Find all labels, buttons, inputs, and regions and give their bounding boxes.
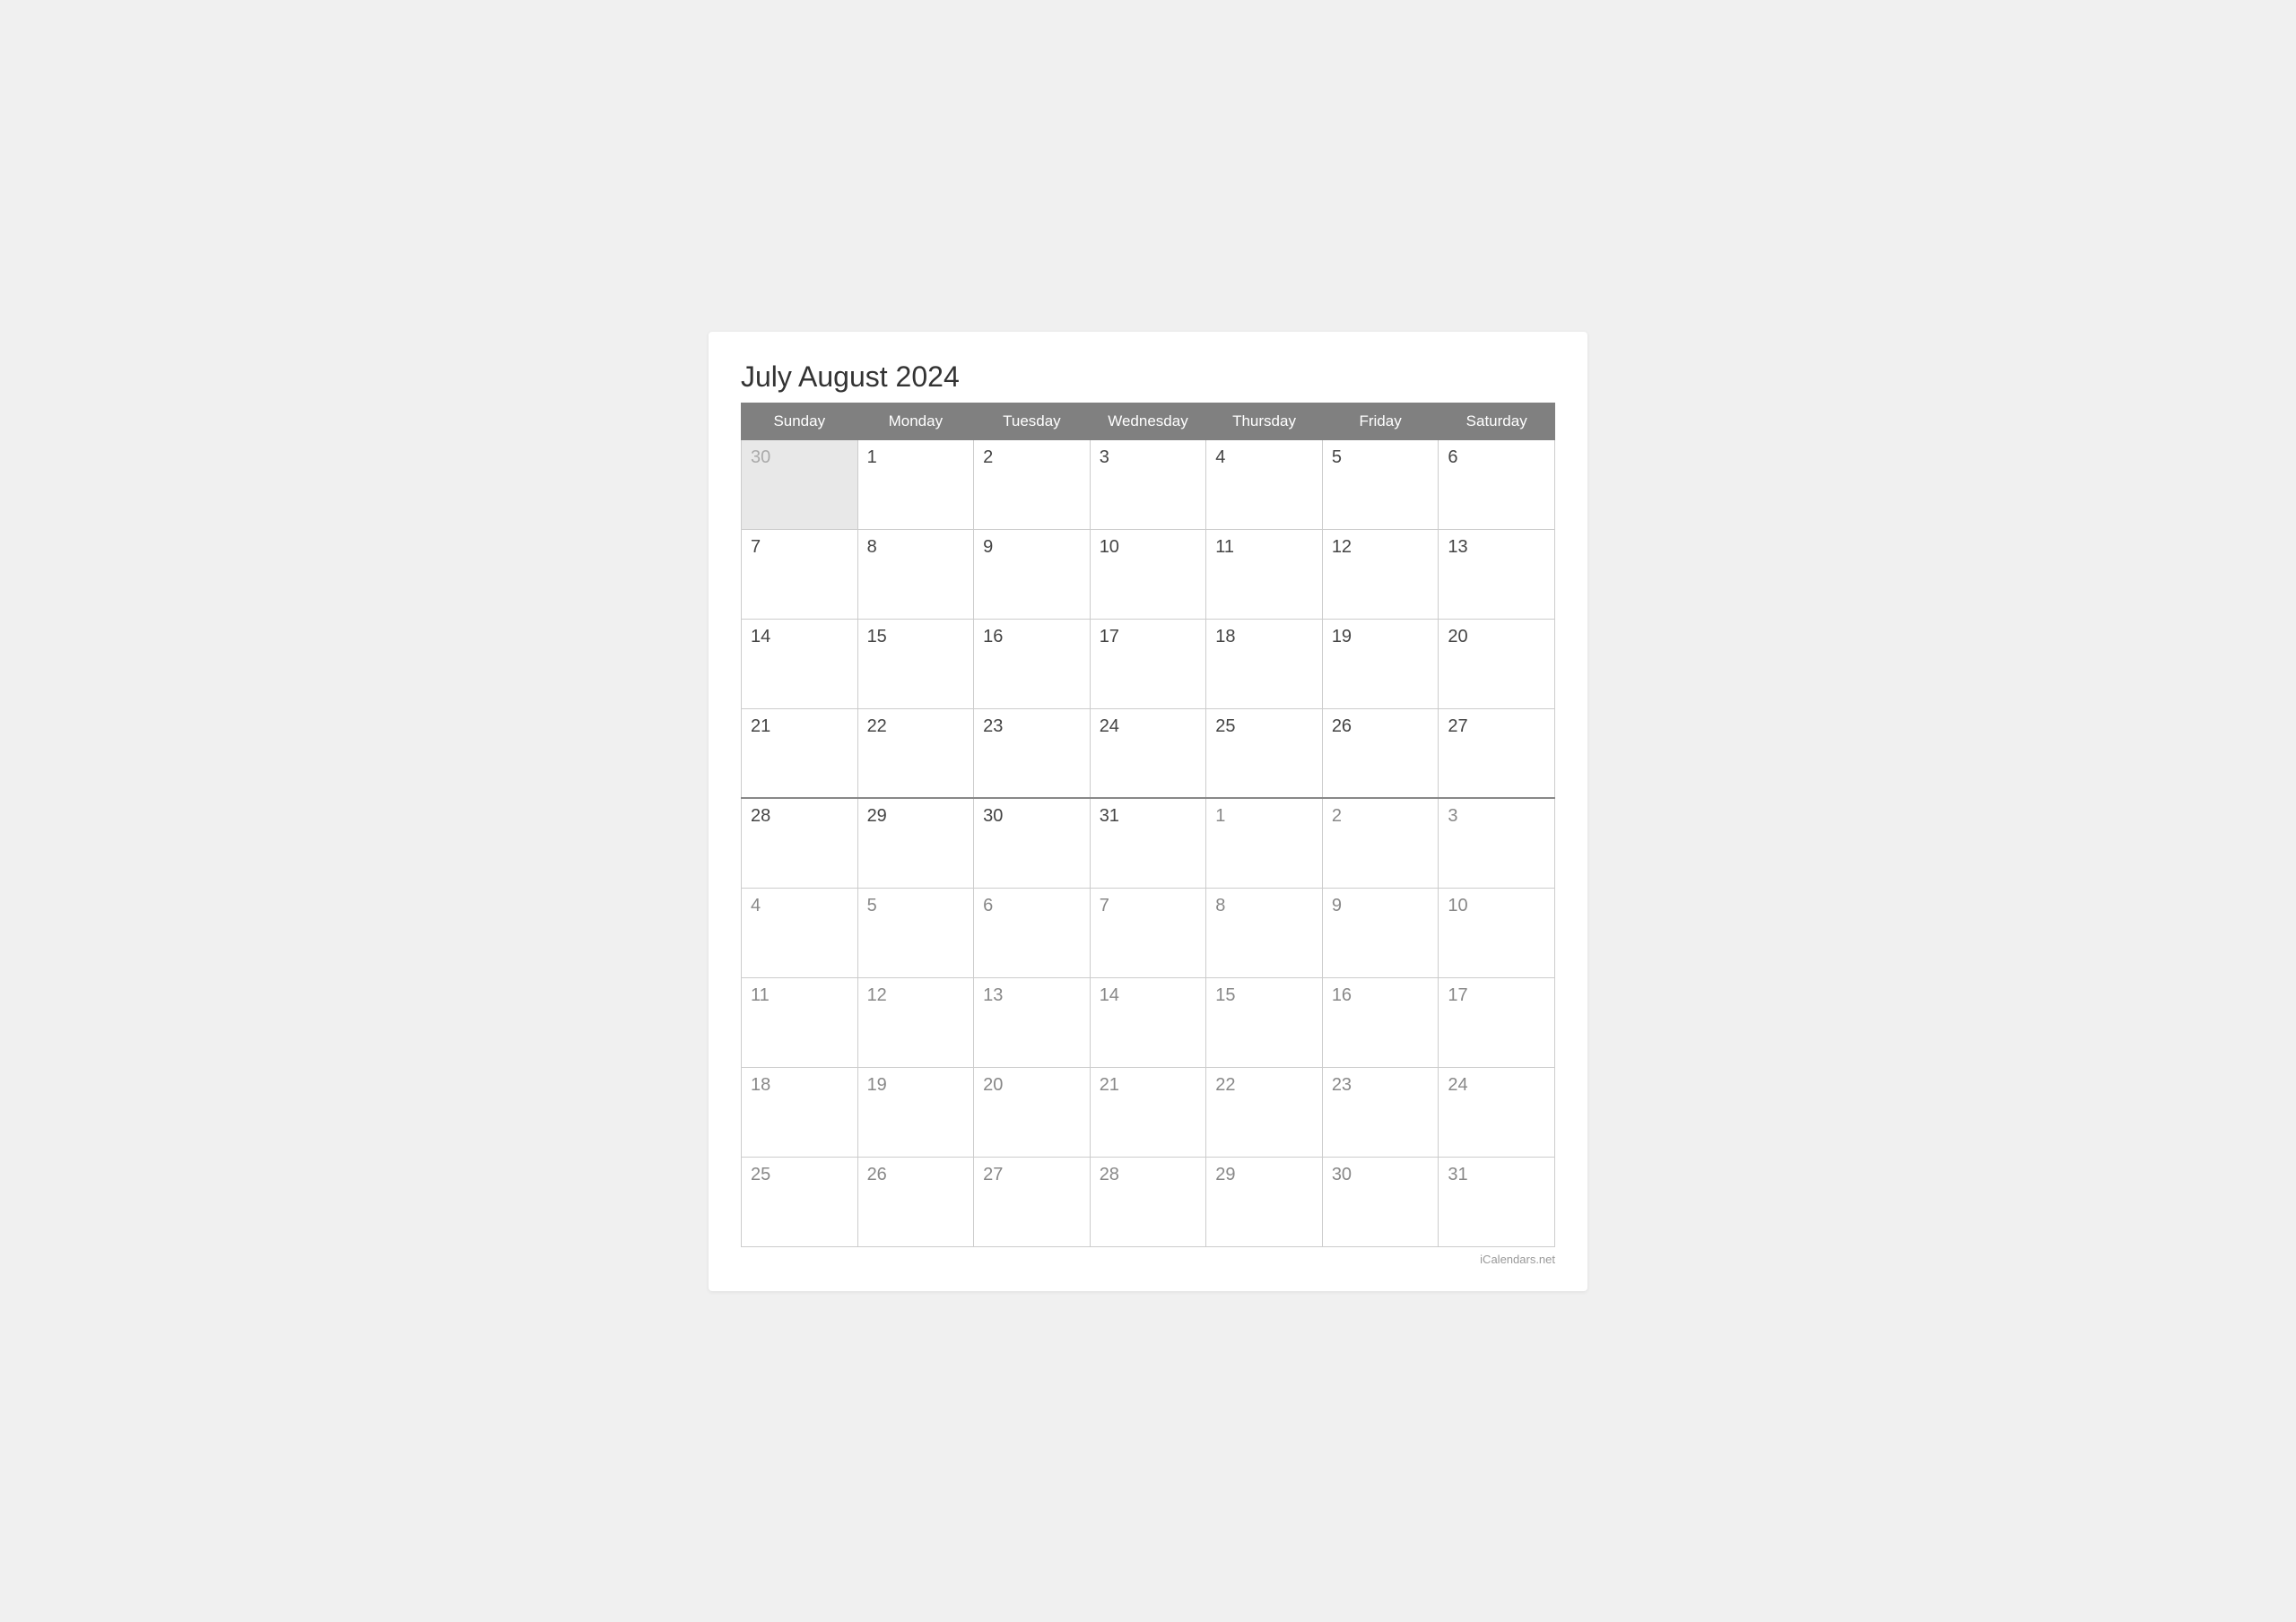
- day-header-sunday: Sunday: [742, 403, 858, 439]
- calendar-body: 3012345678910111213141516171819202122232…: [742, 439, 1555, 1246]
- calendar-day-cell[interactable]: 18: [742, 1067, 858, 1157]
- calendar-day-cell[interactable]: 31: [1090, 798, 1206, 888]
- calendar-week-row: 11121314151617: [742, 977, 1555, 1067]
- day-header-wednesday: Wednesday: [1090, 403, 1206, 439]
- calendar-day-cell[interactable]: 31: [1439, 1157, 1555, 1246]
- calendar-day-cell[interactable]: 4: [742, 888, 858, 977]
- calendar-day-cell[interactable]: 8: [857, 529, 974, 619]
- calendar-day-cell[interactable]: 6: [1439, 439, 1555, 529]
- calendar-day-cell[interactable]: 18: [1206, 619, 1323, 708]
- calendar-day-cell[interactable]: 26: [857, 1157, 974, 1246]
- calendar-day-cell[interactable]: 3: [1090, 439, 1206, 529]
- calendar-week-row: 45678910: [742, 888, 1555, 977]
- calendar-day-cell[interactable]: 5: [1322, 439, 1439, 529]
- calendar-day-cell[interactable]: 29: [857, 798, 974, 888]
- calendar-day-cell[interactable]: 1: [857, 439, 974, 529]
- calendar-container: July August 2024 SundayMondayTuesdayWedn…: [709, 332, 1587, 1291]
- calendar-day-cell[interactable]: 16: [1322, 977, 1439, 1067]
- calendar-week-row: 30123456: [742, 439, 1555, 529]
- calendar-day-cell[interactable]: 24: [1090, 708, 1206, 798]
- calendar-day-cell[interactable]: 15: [857, 619, 974, 708]
- day-header-monday: Monday: [857, 403, 974, 439]
- calendar-day-cell[interactable]: 27: [1439, 708, 1555, 798]
- calendar-day-cell[interactable]: 21: [1090, 1067, 1206, 1157]
- calendar-day-cell[interactable]: 10: [1439, 888, 1555, 977]
- calendar-title: July August 2024: [741, 360, 1555, 394]
- days-header-row: SundayMondayTuesdayWednesdayThursdayFrid…: [742, 403, 1555, 439]
- calendar-day-cell[interactable]: 20: [974, 1067, 1091, 1157]
- calendar-day-cell[interactable]: 28: [1090, 1157, 1206, 1246]
- calendar-day-cell[interactable]: 30: [1322, 1157, 1439, 1246]
- calendar-day-cell[interactable]: 12: [857, 977, 974, 1067]
- calendar-day-cell[interactable]: 22: [1206, 1067, 1323, 1157]
- calendar-day-cell[interactable]: 20: [1439, 619, 1555, 708]
- calendar-day-cell[interactable]: 9: [974, 529, 1091, 619]
- calendar-day-cell[interactable]: 6: [974, 888, 1091, 977]
- calendar-day-cell[interactable]: 26: [1322, 708, 1439, 798]
- calendar-week-row: 78910111213: [742, 529, 1555, 619]
- calendar-day-cell[interactable]: 17: [1439, 977, 1555, 1067]
- calendar-day-cell[interactable]: 12: [1322, 529, 1439, 619]
- calendar-day-cell[interactable]: 5: [857, 888, 974, 977]
- calendar-day-cell[interactable]: 7: [1090, 888, 1206, 977]
- calendar-week-row: 14151617181920: [742, 619, 1555, 708]
- calendar-day-cell[interactable]: 25: [1206, 708, 1323, 798]
- calendar-day-cell[interactable]: 27: [974, 1157, 1091, 1246]
- calendar-week-row: 28293031123: [742, 798, 1555, 888]
- calendar-week-row: 25262728293031: [742, 1157, 1555, 1246]
- calendar-day-cell[interactable]: 13: [974, 977, 1091, 1067]
- calendar-week-row: 18192021222324: [742, 1067, 1555, 1157]
- calendar-day-cell[interactable]: 23: [1322, 1067, 1439, 1157]
- day-header-tuesday: Tuesday: [974, 403, 1091, 439]
- calendar-day-cell[interactable]: 14: [742, 619, 858, 708]
- calendar-day-cell[interactable]: 30: [974, 798, 1091, 888]
- calendar-day-cell[interactable]: 19: [857, 1067, 974, 1157]
- calendar-day-cell[interactable]: 23: [974, 708, 1091, 798]
- calendar-day-cell[interactable]: 3: [1439, 798, 1555, 888]
- calendar-day-cell[interactable]: 17: [1090, 619, 1206, 708]
- calendar-day-cell[interactable]: 11: [742, 977, 858, 1067]
- day-header-friday: Friday: [1322, 403, 1439, 439]
- calendar-day-cell[interactable]: 13: [1439, 529, 1555, 619]
- day-header-thursday: Thursday: [1206, 403, 1323, 439]
- day-header-saturday: Saturday: [1439, 403, 1555, 439]
- calendar-day-cell[interactable]: 8: [1206, 888, 1323, 977]
- calendar-day-cell[interactable]: 4: [1206, 439, 1323, 529]
- calendar-table: SundayMondayTuesdayWednesdayThursdayFrid…: [741, 403, 1555, 1247]
- calendar-day-cell[interactable]: 9: [1322, 888, 1439, 977]
- calendar-day-cell[interactable]: 28: [742, 798, 858, 888]
- calendar-day-cell[interactable]: 2: [974, 439, 1091, 529]
- calendar-day-cell[interactable]: 29: [1206, 1157, 1323, 1246]
- calendar-week-row: 21222324252627: [742, 708, 1555, 798]
- calendar-day-cell[interactable]: 30: [742, 439, 858, 529]
- calendar-day-cell[interactable]: 7: [742, 529, 858, 619]
- calendar-day-cell[interactable]: 25: [742, 1157, 858, 1246]
- calendar-day-cell[interactable]: 24: [1439, 1067, 1555, 1157]
- calendar-day-cell[interactable]: 14: [1090, 977, 1206, 1067]
- calendar-day-cell[interactable]: 21: [742, 708, 858, 798]
- calendar-day-cell[interactable]: 16: [974, 619, 1091, 708]
- calendar-day-cell[interactable]: 19: [1322, 619, 1439, 708]
- calendar-day-cell[interactable]: 10: [1090, 529, 1206, 619]
- calendar-day-cell[interactable]: 1: [1206, 798, 1323, 888]
- calendar-day-cell[interactable]: 15: [1206, 977, 1323, 1067]
- footer-credit: iCalendars.net: [741, 1253, 1555, 1266]
- calendar-day-cell[interactable]: 22: [857, 708, 974, 798]
- calendar-day-cell[interactable]: 2: [1322, 798, 1439, 888]
- calendar-day-cell[interactable]: 11: [1206, 529, 1323, 619]
